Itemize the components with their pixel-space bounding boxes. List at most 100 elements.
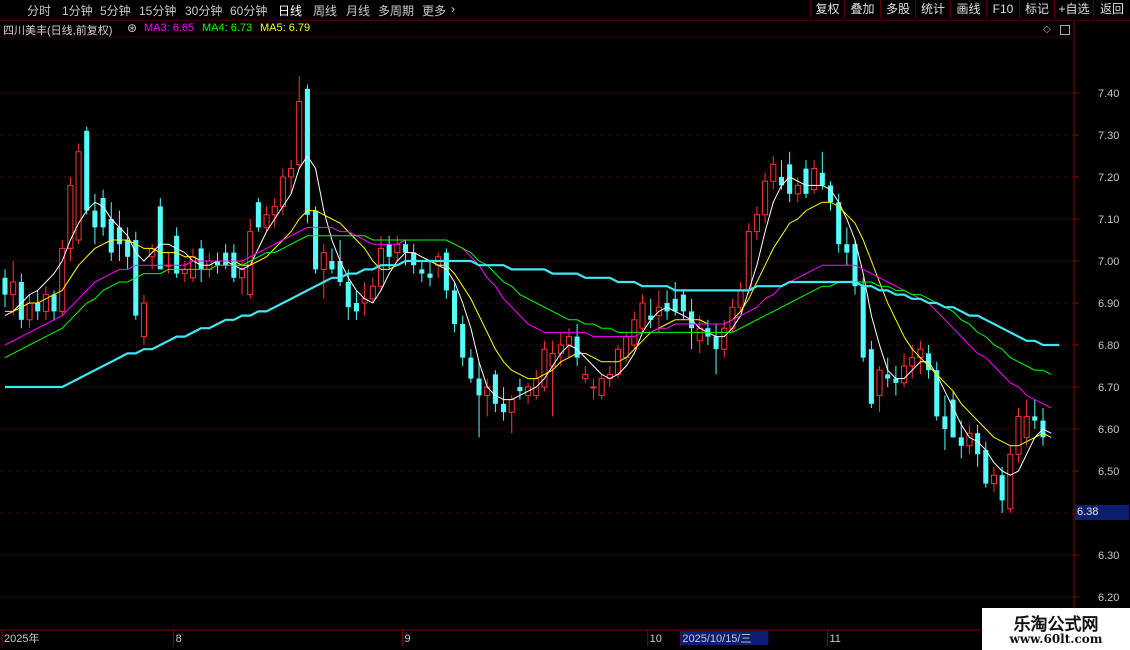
- candle-body-38: [313, 210, 319, 270]
- watermark: 乐淘公式网 www.60lt.com: [982, 608, 1130, 650]
- kline-chart[interactable]: 7.40 7.30 7.20 7.10 7.00 6.90 6.80 6.70 6.60 6.50…: [0, 0, 1130, 650]
- candle-body-103: [844, 244, 850, 253]
- period-tab-6[interactable]: 日线: [278, 2, 302, 19]
- ytick-label-5: 6.90: [1098, 298, 1119, 310]
- candle-body-23: [189, 256, 197, 279]
- candle-body-33: [271, 205, 278, 216]
- candle-body-4: [35, 303, 41, 312]
- candle-body-125: [1023, 415, 1030, 438]
- candle-body-21: [174, 235, 180, 274]
- candle-body-27: [223, 252, 229, 266]
- current-price-tag: 6.38: [1075, 505, 1129, 520]
- candle-body-62: [508, 399, 515, 413]
- candle-body-40: [329, 261, 335, 270]
- candle-body-0: [2, 277, 8, 295]
- candle-body-57: [468, 357, 474, 379]
- restore-icon[interactable]: [1060, 25, 1070, 35]
- ytick-label-3: 7.10: [1098, 214, 1119, 226]
- candle-body-90: [737, 289, 744, 308]
- toolbar-button-7[interactable]: +自选: [1054, 0, 1093, 19]
- candle-body-83: [680, 294, 686, 312]
- time-label-3: 10: [650, 633, 662, 645]
- candle-body-12: [100, 198, 106, 228]
- ytick-label-7: 6.70: [1098, 382, 1119, 394]
- period-tab-3[interactable]: 15分钟: [139, 2, 176, 19]
- chevron-right-icon[interactable]: ›: [451, 2, 455, 16]
- candle-body-101: [827, 185, 834, 203]
- candle-body-126: [1032, 416, 1038, 421]
- toolbar-button-4[interactable]: 画线: [950, 0, 986, 19]
- period-tab-7[interactable]: 周线: [313, 2, 337, 19]
- candle-body-78: [639, 302, 646, 329]
- candle-body-5: [42, 294, 49, 312]
- candle-body-99: [811, 168, 818, 191]
- candle-body-56: [460, 324, 466, 358]
- candle-body-35: [288, 168, 295, 178]
- candle-body-71: [582, 373, 589, 380]
- ytick-label-11: 6.30: [1098, 550, 1119, 562]
- ytick-label-0: 7.40: [1098, 88, 1119, 100]
- candle-body-22: [181, 268, 188, 275]
- candle-body-108: [885, 374, 891, 379]
- candle-body-29: [238, 268, 246, 279]
- candle-body-85: [696, 327, 703, 342]
- toolbar-button-8[interactable]: 返回: [1093, 0, 1130, 19]
- toolbar-button-2[interactable]: 多股: [880, 0, 915, 19]
- toolbar-button-6[interactable]: 标记: [1019, 0, 1054, 19]
- candle-body-105: [860, 286, 866, 358]
- candle-body-42: [345, 282, 351, 308]
- ytick-label-4: 7.00: [1098, 256, 1119, 268]
- time-label-1: 8: [176, 633, 182, 645]
- period-tab-8[interactable]: 月线: [346, 2, 370, 19]
- diamond-icon[interactable]: ◇: [1043, 24, 1051, 35]
- candle-body-60: [492, 374, 498, 404]
- candle-body-45: [369, 285, 376, 300]
- ytick-label-2: 7.20: [1098, 172, 1119, 184]
- candle-body-123: [1007, 453, 1014, 510]
- period-tab-1[interactable]: 1分钟: [62, 2, 93, 19]
- toolbar-button-5[interactable]: F10: [986, 0, 1019, 19]
- candle-body-98: [803, 168, 809, 194]
- candle-body-58: [476, 378, 482, 396]
- candle-body-48: [394, 243, 401, 254]
- candle-body-115: [942, 416, 948, 429]
- candle-body-6: [51, 294, 57, 312]
- candle-body-49: [402, 244, 409, 253]
- period-tab-0[interactable]: 分时: [27, 2, 51, 19]
- candle-body-32: [263, 214, 270, 228]
- candle-body-51: [419, 269, 425, 274]
- candle-body-82: [672, 298, 678, 312]
- candle-body-100: [819, 172, 825, 186]
- candle-body-107: [876, 369, 883, 396]
- candle-body-97: [794, 184, 801, 195]
- candle-body-52: [427, 273, 433, 278]
- dropdown-icon[interactable]: ⊛: [127, 21, 137, 35]
- candle-body-1: [10, 281, 17, 296]
- candle-body-34: [279, 176, 286, 207]
- candle-body-87: [713, 336, 719, 350]
- period-tab-4[interactable]: 30分钟: [185, 2, 222, 19]
- time-label-2: 9: [404, 633, 410, 645]
- candle-body-17: [140, 302, 147, 338]
- candle-body-19: [157, 206, 163, 270]
- candle-body-36: [296, 100, 303, 165]
- candle-body-109: [893, 378, 899, 383]
- candle-body-31: [255, 202, 261, 228]
- period-tab-10[interactable]: 更多: [422, 2, 446, 19]
- period-tab-2[interactable]: 5分钟: [100, 2, 131, 19]
- candle-body-92: [753, 214, 760, 233]
- time-label-5: 11: [829, 633, 840, 645]
- candle-body-13: [108, 219, 114, 253]
- toolbar-button-1[interactable]: 叠加: [844, 0, 880, 19]
- period-tab-5[interactable]: 60分钟: [230, 2, 267, 19]
- candle-body-15: [125, 240, 131, 257]
- candle-body-30: [247, 231, 254, 296]
- candle-body-39: [320, 252, 327, 270]
- candle-body-88: [721, 327, 728, 350]
- candle-body-76: [623, 336, 630, 359]
- candle-body-37: [304, 88, 310, 215]
- candle-body-47: [386, 244, 392, 257]
- period-tab-9[interactable]: 多周期: [378, 2, 414, 19]
- toolbar-button-0[interactable]: 复权: [810, 0, 844, 19]
- toolbar-button-3[interactable]: 统计: [915, 0, 950, 19]
